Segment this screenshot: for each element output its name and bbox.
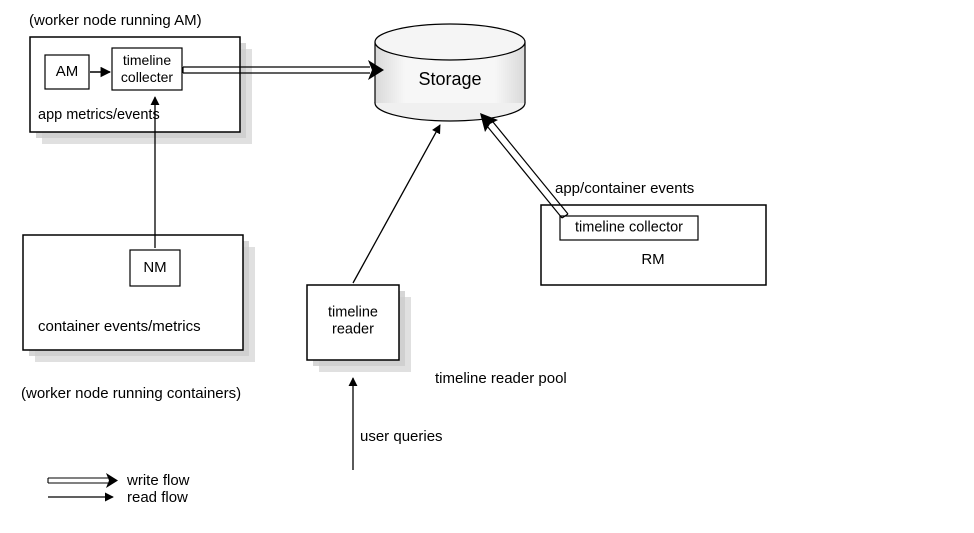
rm-collector-label: timeline collector (575, 219, 683, 236)
am-label: AM (56, 63, 79, 81)
user-queries-label: user queries (360, 428, 443, 446)
reader-label: timeline reader (328, 305, 378, 340)
nm-label: NM (143, 259, 166, 277)
worker-nm-title: (worker node running containers) (21, 385, 241, 403)
rm-label: RM (641, 251, 664, 269)
legend-read-label: read flow (127, 489, 188, 507)
legend-write-label: write flow (127, 472, 190, 490)
worker-nm-stack (23, 235, 255, 362)
arrow-reader-to-storage (353, 125, 440, 283)
rm-edge-label: app/container events (555, 180, 694, 198)
legend (48, 473, 118, 497)
storage-label: Storage (418, 69, 481, 91)
collector-label: timeline collecter (121, 52, 173, 86)
arrow-rm-to-storage (480, 113, 568, 218)
worker-am-caption: app metrics/events (38, 107, 160, 124)
worker-nm-caption: container events/metrics (38, 318, 201, 336)
worker-am-title: (worker node running AM) (29, 12, 202, 30)
reader-pool-label: timeline reader pool (435, 370, 567, 388)
rm-node (541, 205, 766, 285)
